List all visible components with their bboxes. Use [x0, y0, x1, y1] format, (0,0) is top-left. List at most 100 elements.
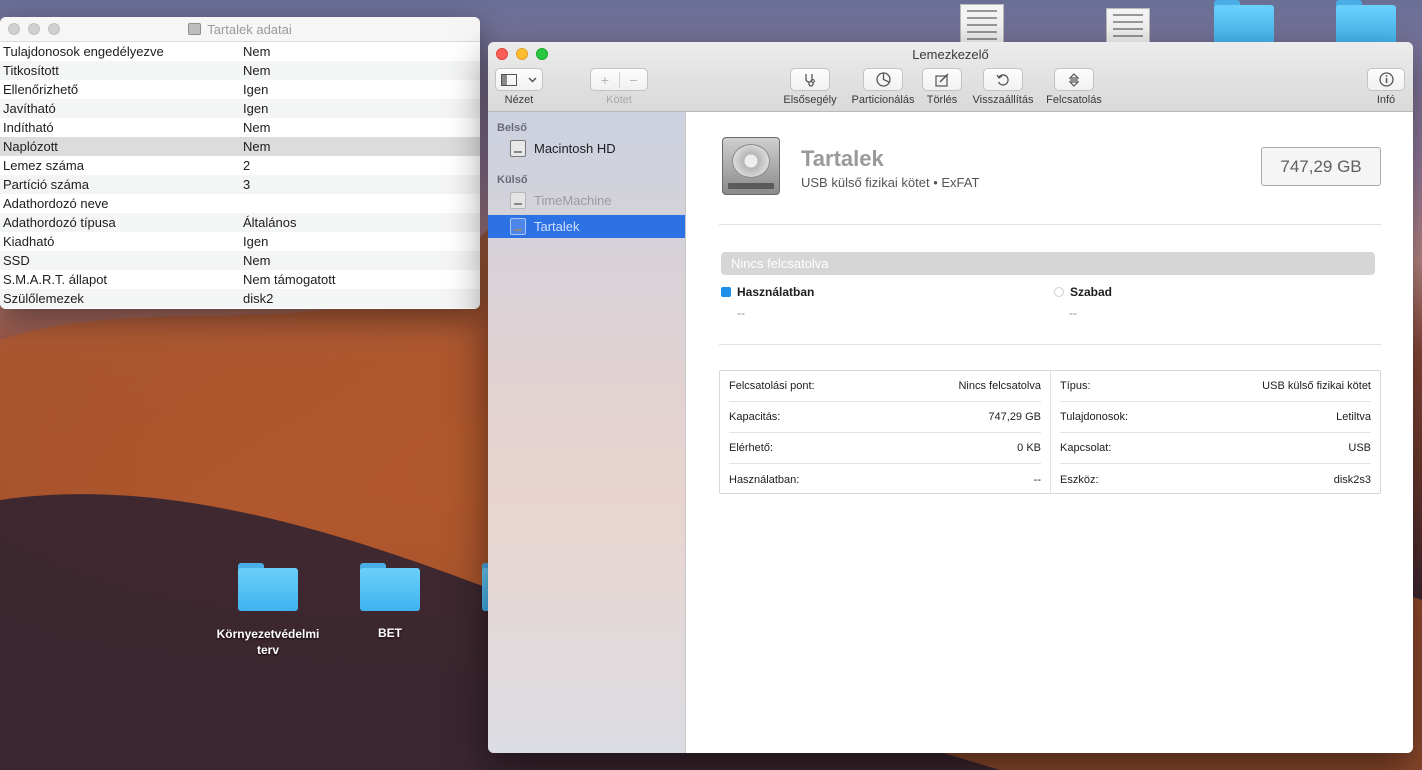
info-value: Igen — [243, 101, 269, 116]
view-button[interactable]: Nézet — [495, 68, 543, 106]
disk-icon — [188, 23, 202, 35]
property-value: USB külső fizikai kötet — [1262, 380, 1371, 392]
minimize-button[interactable] — [28, 23, 40, 35]
erase-label: Törlés — [926, 94, 958, 106]
sidebar-item-tartalek[interactable]: Tartalek — [488, 215, 685, 238]
property-key: Eszköz: — [1060, 473, 1099, 486]
mount-status: Nincs felcsatolva — [731, 256, 829, 271]
pie-chart-icon — [863, 68, 903, 91]
restore-icon — [983, 68, 1023, 91]
first-aid-button[interactable]: Elsősegély — [782, 68, 838, 106]
toolbar[interactable]: Lemezkezelő Nézet + − Kötet Elsősegély P… — [488, 42, 1413, 112]
info-key: Lemez száma — [3, 158, 84, 173]
info-value: disk2 — [243, 291, 274, 306]
plus-icon[interactable]: + — [591, 72, 619, 88]
info-key: S.M.A.R.T. állapot — [3, 272, 108, 287]
used-swatch — [721, 287, 731, 297]
info-row[interactable]: SSD Nem — [0, 251, 480, 270]
legend-used: Használatban — [721, 285, 814, 299]
zoom-button[interactable] — [48, 23, 60, 35]
info-row[interactable]: Javítható Igen — [0, 99, 480, 118]
property-value: USB — [1348, 442, 1371, 454]
partition-label: Particionálás — [851, 94, 915, 106]
stethoscope-icon — [790, 68, 830, 91]
property-value: disk2s3 — [1333, 473, 1371, 486]
property-value: 0 KB — [1017, 442, 1041, 454]
mount-button[interactable]: Felcsatolás — [1044, 68, 1104, 106]
mount-icon — [1054, 68, 1094, 91]
view-label: Nézet — [504, 94, 534, 106]
info-row[interactable]: Adathordozó neve — [0, 194, 480, 213]
properties-right: Típus: USB külső fizikai kötet Tulajdonos… — [1050, 371, 1380, 493]
info-key: Adathordozó típusa — [3, 215, 116, 230]
info-key: Naplózott — [3, 139, 58, 154]
divider — [719, 344, 1381, 345]
info-key: Kiadható — [3, 234, 55, 249]
volume-segmented-control: + − — [590, 68, 648, 91]
info-list: Tulajdonosok engedélyezve Nem Titkosított… — [0, 42, 480, 308]
free-swatch — [1054, 287, 1064, 297]
info-row[interactable]: S.M.A.R.T. állapot Nem támogatott — [0, 270, 480, 289]
info-key: Javítható — [3, 101, 56, 116]
mount-label: Felcsatolás — [1046, 94, 1102, 106]
info-row[interactable]: Titkosított Nem — [0, 61, 480, 80]
info-key: Partíció száma — [3, 177, 89, 192]
property-value: Letiltva — [1336, 411, 1371, 423]
info-value: Általános — [243, 215, 297, 230]
property-row: Típus: USB külső fizikai kötet — [1060, 371, 1371, 402]
desktop-folder-bet[interactable]: BET — [340, 563, 440, 640]
volume-detail: Tartalek USB külső fizikai kötet • ExFAT… — [687, 112, 1413, 753]
volume-subtitle: USB külső fizikai kötet • ExFAT — [801, 175, 980, 190]
folder-label: Környezetvédelmi terv — [216, 627, 320, 657]
restore-button[interactable]: Visszaállítás — [970, 68, 1036, 106]
info-row[interactable]: Kiadható Igen — [0, 232, 480, 251]
legend-used-value: -- — [737, 306, 745, 320]
info-button[interactable]: Infó — [1366, 68, 1406, 106]
disk-utility-window: Lemezkezelő Nézet + − Kötet Elsősegély P… — [488, 42, 1413, 753]
info-row[interactable]: Partíció száma 3 — [0, 175, 480, 194]
info-key: Adathordozó neve — [3, 196, 109, 211]
partition-button[interactable]: Particionálás — [848, 68, 918, 106]
legend-free-value: -- — [1069, 306, 1077, 320]
info-value: Igen — [243, 234, 269, 249]
info-value: Nem — [243, 253, 271, 268]
info-value: Nem — [243, 63, 271, 78]
info-row[interactable]: Szülőlemezek disk2 — [0, 289, 480, 308]
info-row-selected[interactable]: Naplózott Nem — [0, 137, 480, 156]
info-value: Nem — [243, 44, 271, 59]
info-row[interactable]: Adathordozó típusa Általános — [0, 213, 480, 232]
info-value: Igen — [243, 82, 269, 97]
property-key: Elérhető: — [729, 442, 774, 454]
erase-button[interactable]: Törlés — [922, 68, 962, 106]
info-row[interactable]: Lemez száma 2 — [0, 156, 480, 175]
info-label: Infó — [1376, 94, 1396, 106]
minus-icon[interactable]: − — [619, 71, 647, 88]
volume-buttons[interactable]: + − Kötet — [590, 68, 648, 106]
erase-icon — [922, 68, 962, 91]
info-window-title: Tartalek adatai — [207, 21, 292, 37]
info-window: Tartalek adatai Tulajdonosok engedélyezv… — [0, 17, 480, 309]
desktop-folder-icon[interactable] — [1336, 0, 1396, 48]
close-button[interactable] — [8, 23, 20, 35]
info-window-titlebar[interactable]: Tartalek adatai — [0, 17, 480, 42]
first-aid-label: Elsősegély — [783, 94, 837, 106]
sidebar-icon — [495, 68, 543, 91]
property-key: Típus: — [1060, 380, 1091, 392]
sidebar-item-macintosh-hd[interactable]: Macintosh HD — [488, 137, 685, 160]
folder-icon — [238, 563, 298, 611]
desktop-folder-kornyezetvedelmi[interactable]: Környezetvédelmi terv — [208, 563, 328, 658]
hard-disk-icon — [510, 218, 526, 235]
chevron-down-icon — [528, 76, 537, 83]
property-row: Eszköz: disk2s3 — [1060, 464, 1371, 495]
info-row[interactable]: Ellenőrizhető Igen — [0, 80, 480, 99]
property-key: Tulajdonosok: — [1060, 411, 1129, 423]
sidebar-section-internal: Belső — [497, 122, 527, 134]
info-row[interactable]: Tulajdonosok engedélyezve Nem — [0, 42, 480, 61]
info-row[interactable]: Indítható Nem — [0, 118, 480, 137]
folder-label: BET — [378, 626, 402, 640]
info-value: 2 — [243, 158, 251, 173]
sidebar-section-external: Külső — [497, 174, 528, 186]
sidebar-item-timemachine[interactable]: TimeMachine — [488, 189, 685, 212]
property-row: Kapcsolat: USB — [1060, 433, 1371, 464]
desktop-folder-icon[interactable] — [1214, 0, 1274, 48]
